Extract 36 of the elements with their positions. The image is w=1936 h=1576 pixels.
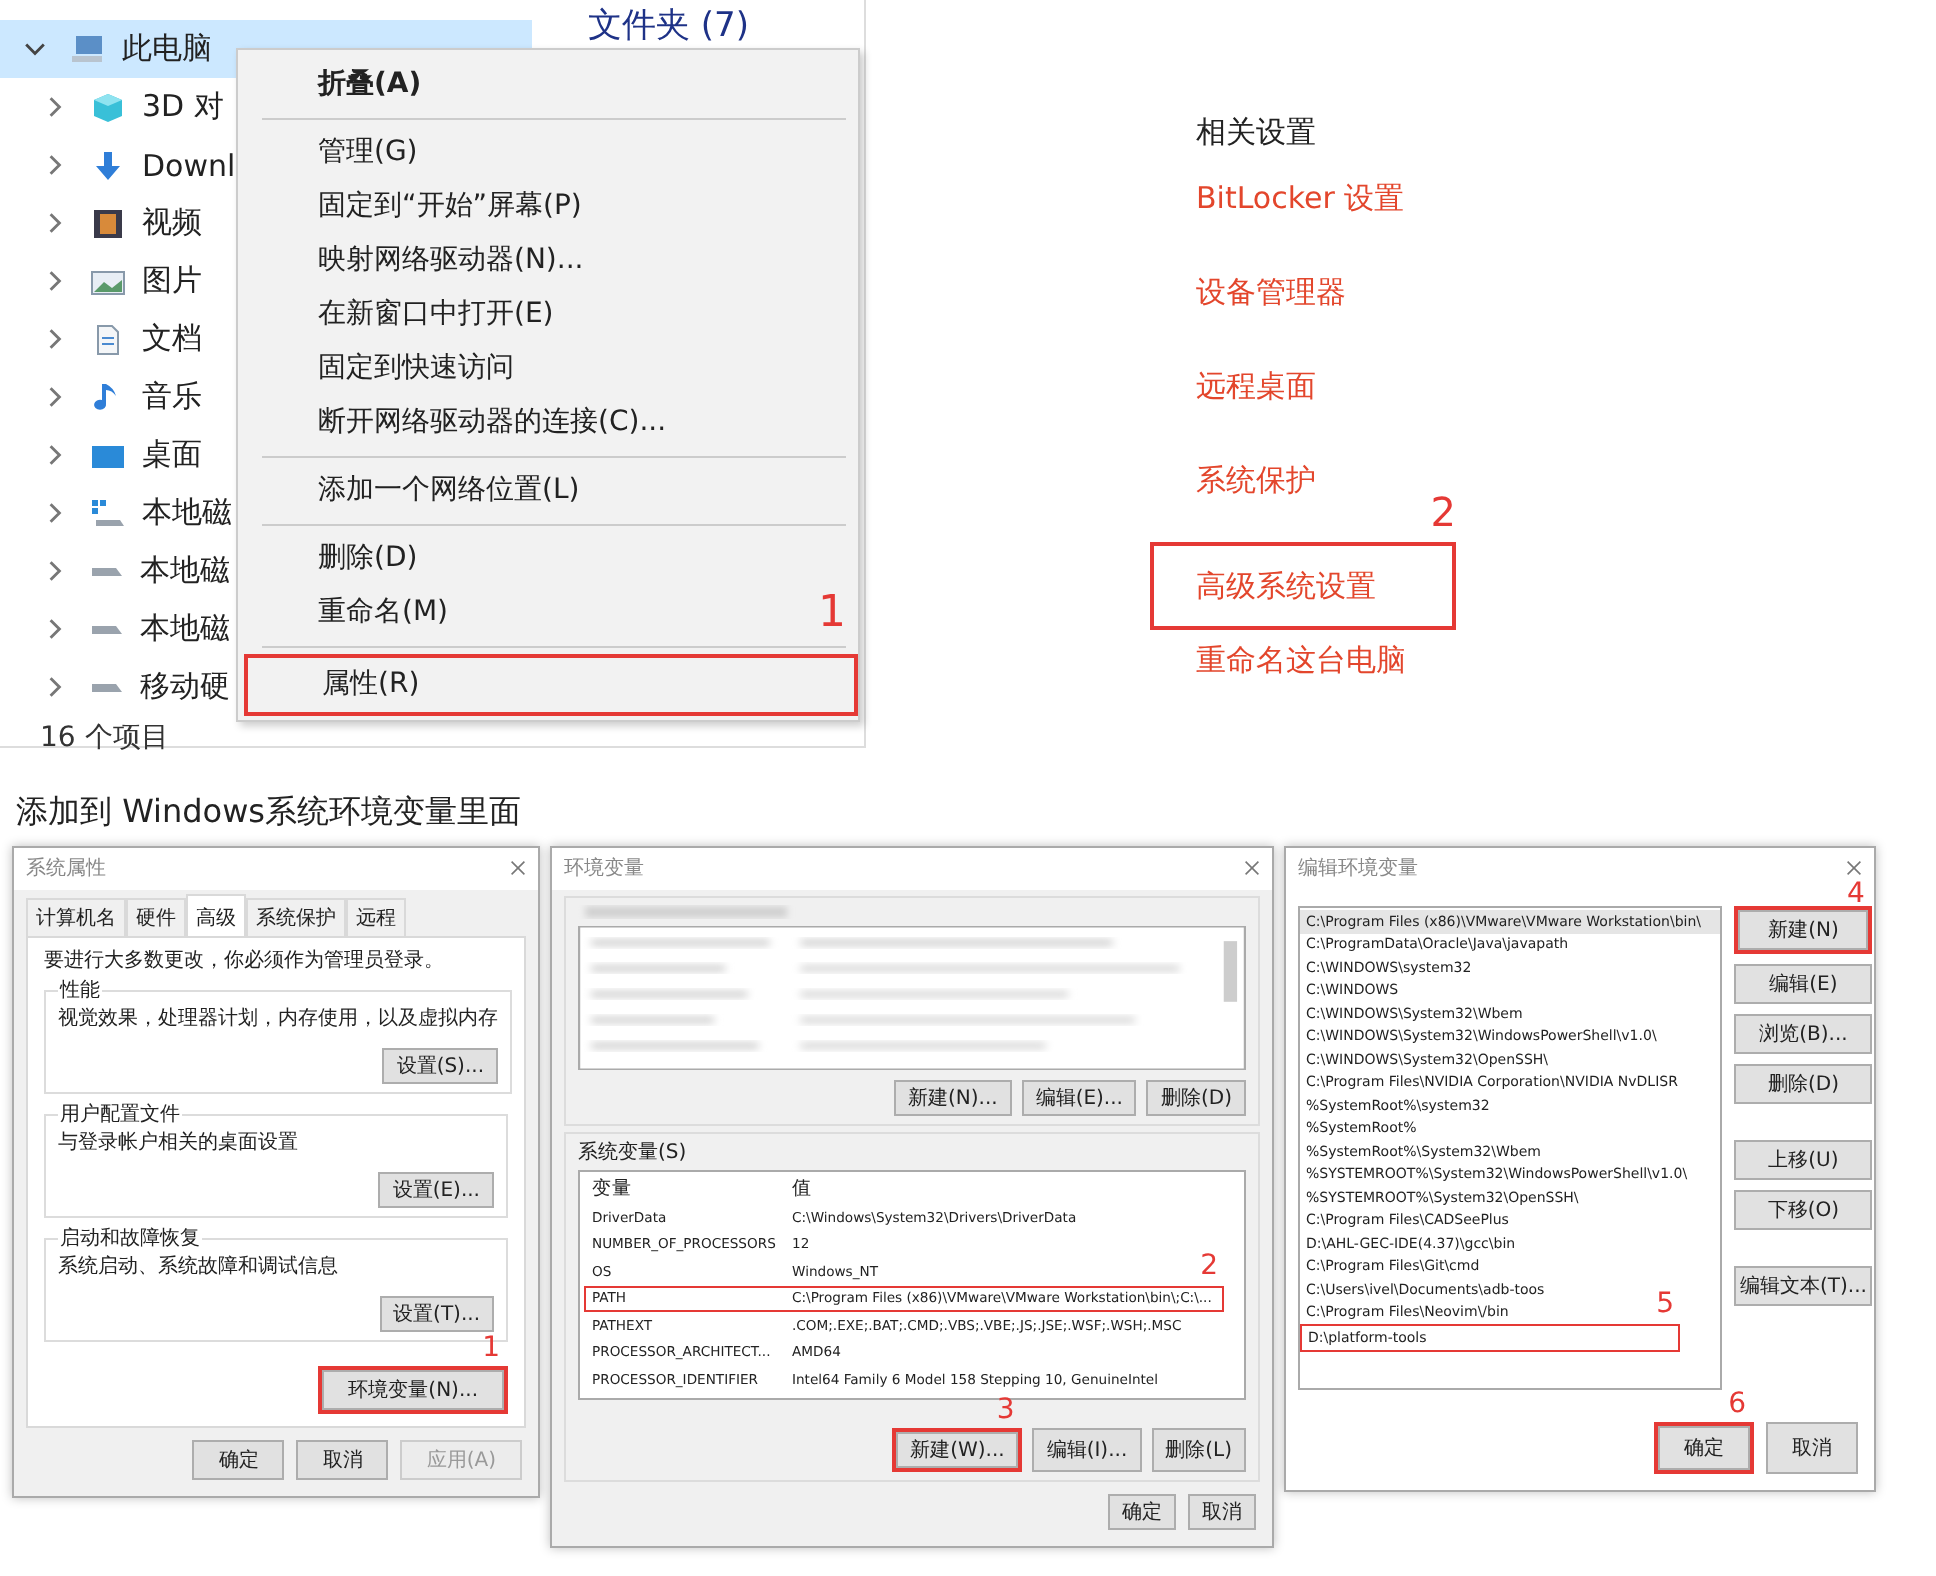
tree-label: 移动硬 (140, 668, 230, 706)
status-text: 16 个项目 (40, 720, 169, 756)
notice-text: 要进行大多数更改，你必须作为管理员登录。 (44, 947, 446, 974)
tree-label: 本地磁 (140, 552, 230, 590)
caption-text: 添加到 Windows系统环境变量里面 (14, 790, 524, 834)
tree-label: 音乐 (142, 378, 202, 416)
window-title: 环境变量 (564, 855, 644, 882)
tree-label: 本地磁 (140, 610, 230, 648)
tree-label: 3D 对 (142, 88, 224, 126)
step-number: 5 (1656, 1290, 1674, 1318)
group-label: 用户配置文件 (58, 1101, 182, 1128)
section-heading: 相关设置 (1196, 114, 1318, 152)
section-label: 系统变量(S) (578, 1139, 689, 1166)
group-label: 性能 (58, 977, 102, 1004)
window-title: 编辑环境变量 (1298, 855, 1418, 882)
step-number: 3 (996, 1395, 1015, 1423)
step-number: 4 (1847, 880, 1865, 908)
tree-label: 图片 (142, 262, 202, 300)
tree-label: 文档 (142, 320, 202, 358)
window-title: 系统属性 (26, 855, 106, 882)
group-description: 系统启动、系统故障和调试信息 (58, 1253, 340, 1280)
tree-label: 桌面 (142, 436, 202, 474)
group-description: 与登录帐户相关的桌面设置 (58, 1129, 300, 1156)
tree-label: 此电脑 (122, 30, 212, 68)
step-number: 2 (1430, 490, 1456, 534)
step-number: 1 (482, 1334, 500, 1362)
tree-label: 本地磁 (142, 494, 232, 532)
tree-label: 视频 (142, 204, 202, 242)
column-header: 变量 (590, 1176, 634, 1202)
group-label: 启动和故障恢复 (58, 1225, 202, 1252)
group-description: 视觉效果，处理器计划，内存使用，以及虚拟内存 (58, 1005, 498, 1032)
tree-label: Downl (142, 147, 236, 183)
step-number: 1 (818, 590, 846, 638)
step-number: 2 (1200, 1251, 1218, 1279)
step-number: 6 (1728, 1389, 1746, 1417)
column-header: 值 (792, 1176, 812, 1202)
